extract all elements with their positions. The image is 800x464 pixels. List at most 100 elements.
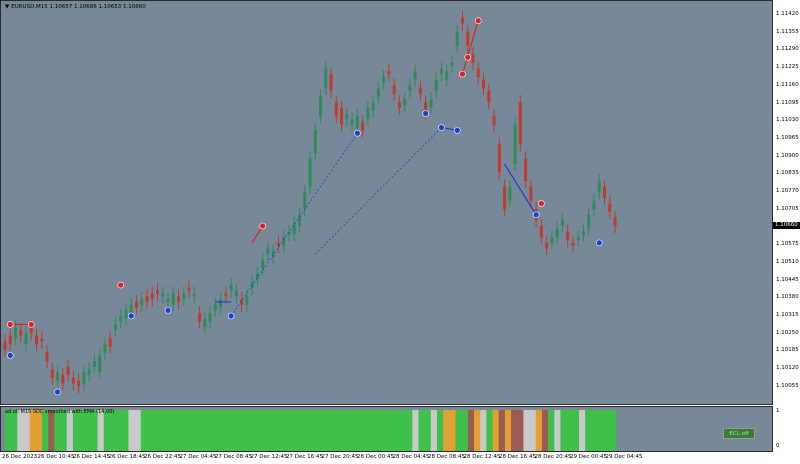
indicator-bar (23, 410, 30, 451)
candle-body (560, 220, 564, 226)
indicator-bar (603, 410, 611, 451)
time-tick-label: 28 Dec 20:45 (534, 454, 572, 460)
candle-body (539, 226, 543, 238)
candle-body (103, 344, 107, 353)
indicator-bar (196, 410, 203, 451)
fractal-down-marker (595, 239, 603, 247)
indicator-bar (91, 410, 98, 451)
candle-body (581, 231, 585, 235)
fractal-down-marker (54, 388, 61, 396)
candle-body (319, 96, 323, 117)
fractal-down-marker (532, 211, 540, 219)
candle-body (461, 17, 464, 24)
candle-body (429, 99, 433, 108)
indicator-bar (5, 410, 12, 451)
price-tick-label: 1.10380 (776, 294, 799, 301)
candle-body (439, 68, 443, 75)
indicator-bar (97, 410, 105, 451)
indicator-bar (128, 410, 135, 451)
indicator-bar (381, 410, 388, 451)
price-tick-label: 1.10055 (776, 382, 799, 389)
time-tick-label: 29 Dec 04:45 (605, 454, 643, 460)
time-tick-label: 26 Dec 2023 (2, 454, 38, 460)
candle-body (550, 237, 554, 243)
dropdown-triangle-icon[interactable]: ▼ (5, 4, 9, 10)
indicator-axis: 1 0 (773, 406, 800, 452)
candle-body (576, 237, 580, 241)
indicator-axis-max: 1 (776, 408, 780, 414)
indicator-bar (153, 410, 160, 451)
candle-body (219, 299, 223, 308)
candle-body (182, 293, 186, 300)
indicator-bar (319, 410, 327, 451)
candle-body (566, 231, 570, 241)
candle-body (66, 366, 70, 376)
time-tick-label: 26 Dec 10:45 (37, 454, 75, 460)
time-tick-label: 26 Dec 18:45 (108, 454, 146, 460)
candle-body (98, 355, 102, 373)
indicator-pane[interactable]: ad ol: M15 SDC smoothed with EMA (14,00)… (0, 406, 773, 452)
indicator-bar (208, 410, 216, 451)
indicator-bar (523, 410, 530, 451)
time-tick-label: 26 Dec 14:45 (73, 454, 110, 460)
candle-body (124, 310, 128, 319)
candle-body (355, 116, 359, 128)
price-tick-label: 1.10705 (776, 205, 799, 212)
indicator-bar (467, 410, 475, 451)
candle-body (77, 380, 81, 387)
candle-body (513, 124, 517, 165)
candle-body (329, 74, 333, 91)
fractal-down-marker (354, 129, 361, 137)
ecl-off-button[interactable]: ECL-off (723, 428, 755, 439)
price-axis[interactable]: 1.11420 1.11355 1.11290 1.11225 1.11160 1.110… (773, 0, 800, 405)
time-tick-label: 28 Dec 12:45 (463, 454, 501, 460)
price-tick-label: 1.10250 (776, 329, 799, 336)
indicator-bar (350, 410, 358, 451)
candle-body (166, 299, 170, 302)
indicator-bar (541, 410, 549, 451)
candle-body (334, 102, 338, 117)
candle-body (145, 296, 149, 302)
candle-body (476, 68, 480, 77)
candle-body (61, 375, 65, 384)
candle-body (482, 79, 486, 89)
candle-body (261, 259, 265, 269)
price-tick-label: 1.10445 (776, 276, 799, 283)
indicator-bar (356, 410, 364, 451)
candle-body (224, 293, 228, 297)
price-tick-label: 1.11355 (776, 28, 799, 35)
indicator-bar (276, 410, 284, 451)
candle-body (487, 91, 491, 103)
candle-body (177, 296, 181, 302)
time-tick-label: 28 Dec 04:45 (392, 454, 430, 460)
indicator-bar (325, 410, 333, 451)
price-chart-pane[interactable]: ▼ EURUSD,M15 1.10657 1.10686 1.10653 1.10… (0, 0, 773, 405)
indicator-axis-min: 0 (776, 443, 780, 449)
time-tick-label: 27 Dec 16:45 (286, 454, 323, 460)
price-tick-label: 1.10835 (776, 170, 799, 177)
candle-body (602, 186, 606, 198)
indicator-histogram (5, 410, 617, 451)
indicator-bar (344, 410, 351, 451)
indicator-bar (134, 410, 142, 451)
indicator-bar (332, 410, 339, 451)
indicator-bar (190, 410, 197, 451)
candle-body (229, 285, 233, 291)
indicator-bar (437, 410, 444, 451)
candle-body (571, 242, 575, 246)
candle-body (292, 223, 296, 235)
indicator-bar (79, 410, 86, 451)
indicator-bar (171, 410, 179, 451)
time-tick-label: 29 Dec 00:45 (570, 454, 607, 460)
indicator-bar (48, 410, 55, 451)
indicator-bar (116, 410, 123, 451)
indicator-bar (282, 410, 290, 451)
candle-body (497, 144, 501, 173)
indicator-bar (270, 410, 277, 451)
indicator-bar (60, 410, 68, 451)
indicator-bar (295, 410, 302, 451)
indicator-bar (35, 410, 43, 451)
indicator-bar (301, 410, 308, 451)
indicator-bar (585, 410, 592, 451)
candle-body (24, 332, 28, 345)
